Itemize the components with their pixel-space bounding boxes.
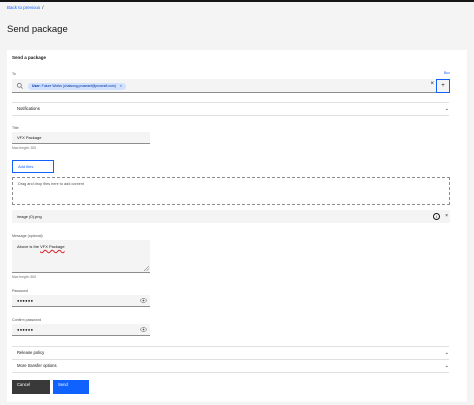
title-helper: Max length: 300 [12,146,37,150]
add-recipient-button[interactable]: + [436,79,450,93]
message-text-underlined: VFX Package [40,244,65,249]
password-label: Password [12,289,28,293]
breadcrumb-separator: / [42,5,44,10]
chevron-down-icon: ⌄ [444,363,449,369]
recipient-tag[interactable]: User: Future Works (chatsong.pruseaet@pr… [28,82,126,90]
page-title: Send package [7,24,68,35]
message-text: Above is the [17,244,41,249]
section-title: Send a package [12,55,47,60]
add-files-button[interactable]: Add files [12,160,54,173]
send-package-panel: Send a package To Bcc User: Future Works… [7,50,467,402]
close-icon[interactable]: × [445,210,448,223]
notifications-accordion[interactable]: Notifications ⌄ [12,102,449,116]
title-input[interactable]: VFX Package [12,132,150,144]
recipient-tag-text: Future Works (chatsong.pruseaet@prowrsft… [41,83,116,88]
notifications-label: Notifications [17,106,40,111]
more-transfer-options-label: More transfer options [17,363,57,368]
message-helper: Max length: 800 [12,275,37,279]
remove-tag-icon[interactable]: × [120,84,122,88]
recipient-tag-prefix: User: [32,83,41,88]
dropzone[interactable]: Drag and drop files here to add content [12,177,450,205]
eye-icon[interactable] [140,298,147,303]
message-textarea[interactable]: Above is the VFX Package [12,240,150,273]
chevron-down-icon: ⌄ [444,106,449,112]
password-value: ●●●●●● [17,298,34,303]
add-icon: + [441,83,445,89]
dropzone-text: Drag and drop files here to add content [18,182,84,186]
search-icon [16,82,23,89]
confirm-password-label: Confirm password [12,318,41,322]
cancel-button[interactable]: Cancel [12,380,50,394]
file-name: image (0).png [17,214,42,219]
info-icon[interactable]: i [433,212,440,220]
more-transfer-options-accordion[interactable]: More transfer options ⌄ [12,359,449,373]
chevron-down-icon: ⌄ [444,350,449,356]
to-label: To [12,72,16,76]
confirm-password-input[interactable]: ●●●●●● [12,324,150,336]
recipient-input[interactable]: User: Future Works (chatsong.pruseaet@pr… [12,79,436,93]
file-item: image (0).png i × [12,210,450,223]
resize-handle-icon[interactable] [144,266,149,271]
breadcrumb: Back to previous / [7,5,44,10]
bcc-link[interactable]: Bcc [444,71,450,75]
release-policy-accordion[interactable]: Release policy ⌄ [12,346,449,360]
message-label: Message (optional) [12,234,43,238]
password-input[interactable]: ●●●●●● [12,295,150,307]
confirm-password-value: ●●●●●● [17,327,34,332]
send-button[interactable]: Send [53,380,89,394]
release-policy-label: Release policy [17,350,45,355]
back-link[interactable]: Back to previous [7,5,40,10]
clear-icon[interactable]: × [430,81,434,87]
title-label: Title [12,126,19,130]
top-bar [0,0,474,2]
eye-icon[interactable] [140,327,147,332]
